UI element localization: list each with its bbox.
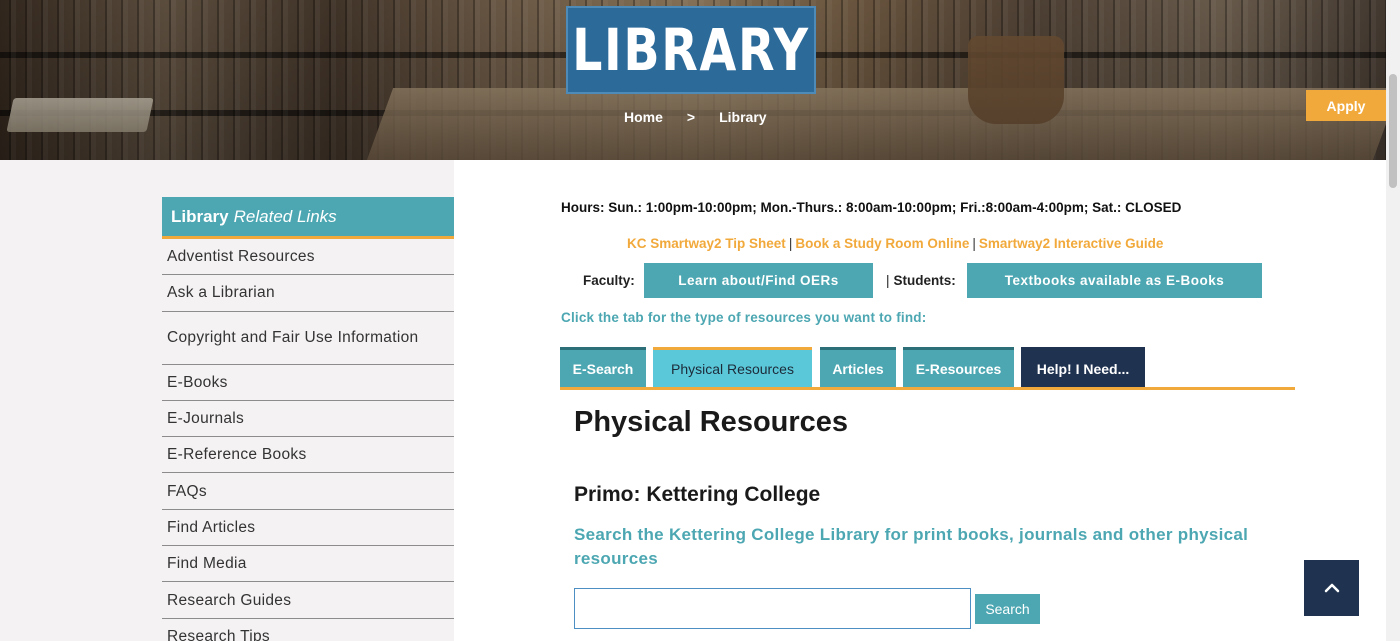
tab-articles[interactable]: Articles (820, 347, 896, 387)
sidebar-item-adventist-resources[interactable]: Adventist Resources (162, 239, 454, 276)
chevron-up-icon (1324, 583, 1339, 593)
related-links-header: Library Related Links (162, 197, 454, 239)
sidebar-item-faqs[interactable]: FAQs (162, 473, 454, 510)
sidebar-item-research-guides[interactable]: Research Guides (162, 582, 454, 619)
primo-search-input[interactable] (574, 588, 971, 629)
related-links-header-em: Related Links (233, 206, 337, 226)
students-label: Students: (893, 273, 956, 288)
students-label-group: | Students: (886, 273, 956, 288)
page-scrollbar[interactable] (1386, 0, 1400, 641)
related-links-header-strong: Library (171, 206, 229, 226)
sidebar-item-find-media[interactable]: Find Media (162, 546, 454, 583)
primo-title: Primo: Kettering College (574, 483, 821, 506)
apply-button[interactable]: Apply (1306, 90, 1386, 121)
tab-instruction: Click the tab for the type of resources … (561, 310, 927, 325)
related-links-list: Adventist Resources Ask a Librarian Copy… (162, 239, 454, 641)
quick-links: KC Smartway2 Tip Sheet | Book a Study Room… (627, 236, 1163, 251)
tab-help[interactable]: Help! I Need... (1021, 347, 1145, 387)
textbooks-ebooks-button[interactable]: Textbooks available as E-Books (967, 263, 1262, 298)
breadcrumb-home-link[interactable]: Home (624, 109, 663, 125)
primo-search-button[interactable]: Search (975, 594, 1040, 624)
sidebar-item-research-tips[interactable]: Research Tips (162, 619, 454, 641)
breadcrumb-separator: > (686, 109, 696, 125)
scrollbar-thumb[interactable] (1389, 74, 1397, 188)
sidebar-item-e-journals[interactable]: E-Journals (162, 401, 454, 438)
interactive-guide-link[interactable]: Smartway2 Interactive Guide (979, 236, 1164, 251)
tip-sheet-link[interactable]: KC Smartway2 Tip Sheet (627, 236, 786, 251)
find-oers-button[interactable]: Learn about/Find OERs (644, 263, 873, 298)
sidebar-item-copyright[interactable]: Copyright and Fair Use Information (162, 312, 454, 365)
sidebar-item-find-articles[interactable]: Find Articles (162, 510, 454, 547)
tab-e-search[interactable]: E-Search (560, 347, 646, 387)
quicklinks-separator: | (788, 236, 793, 251)
tab-physical-resources[interactable]: Physical Resources (653, 347, 812, 387)
study-room-link[interactable]: Book a Study Room Online (795, 236, 969, 251)
primo-description: Search the Kettering College Library for… (574, 525, 1249, 568)
resource-tabs: E-Search Physical Resources Articles E-R… (560, 347, 1295, 390)
hero-banner: LIBRARY Home > Library Apply (0, 0, 1386, 160)
sidebar-item-e-books[interactable]: E-Books (162, 365, 454, 401)
sidebar-item-e-reference-books[interactable]: E-Reference Books (162, 437, 454, 474)
quicklinks-separator: | (972, 236, 976, 251)
library-hours: Hours: Sun.: 1:00pm-10:00pm; Mon.-Thurs.… (561, 200, 1182, 215)
panel-title: Physical Resources (574, 406, 849, 438)
library-logo-text: LIBRARY (572, 16, 810, 84)
students-pipe: | (886, 273, 890, 288)
library-logo: LIBRARY (566, 6, 816, 94)
sidebar-item-ask-a-librarian[interactable]: Ask a Librarian (162, 275, 454, 312)
tab-e-resources[interactable]: E-Resources (903, 347, 1014, 387)
breadcrumb: Home > Library (624, 109, 767, 125)
breadcrumb-current: Library (719, 109, 767, 125)
faculty-label: Faculty: (583, 273, 635, 288)
back-to-top-button[interactable] (1304, 560, 1359, 616)
